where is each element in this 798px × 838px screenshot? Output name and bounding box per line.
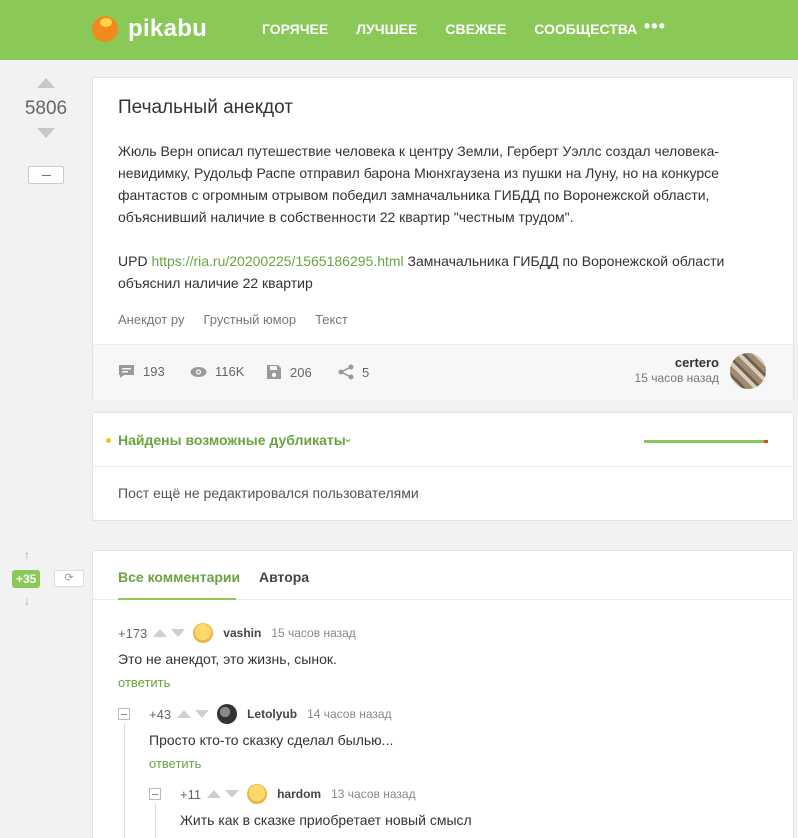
comment-header: +173 vashin 15 часов назад [118,623,356,643]
arrow-down-icon[interactable]: ↓ [24,594,30,608]
arrow-up-icon[interactable]: ↑ [24,548,30,562]
thread-line [124,723,125,838]
upvote-icon[interactable] [177,710,192,718]
comment-text: Это не анекдот, это жизнь, сынок. [118,651,337,667]
upd-link[interactable]: https://ria.ru/20200225/1565186295.html [151,253,403,269]
post-rating: 5806 [24,98,68,119]
comment-score: +11 [180,786,202,802]
tag[interactable]: Грустный юмор [203,312,296,327]
eye-icon [190,366,207,377]
tag[interactable]: Анекдот ру [118,312,184,327]
comment-text: Просто кто-то сказку сделал былью... [149,732,394,748]
logo-icon [92,16,118,42]
avatar[interactable] [247,784,268,804]
top-header: pikabu ГОРЯЧЕЕ ЛУЧШЕЕ СВЕЖЕЕ СООБЩЕСТВА … [0,0,798,60]
duplicates-header[interactable]: Найдены возможные дубликаты ⌄ [93,413,793,467]
upd-prefix: UPD [118,253,148,269]
reply-link[interactable]: ответить [149,756,393,771]
comment-user[interactable]: Letolyub [247,707,297,721]
comment-time[interactable]: 15 часов назад [271,626,355,640]
comments-count: 193 [143,364,165,379]
collapse-icon[interactable] [118,708,130,720]
tag[interactable]: Текст [315,312,348,327]
downvote-icon[interactable] [171,629,186,637]
post-body: Жюль Верн описал путешествие человека к … [118,143,720,225]
post-card: Печальный анекдот Жюль Верн описал путеш… [92,77,794,400]
saves-stat[interactable]: 206 [266,364,312,380]
shares-count: 5 [362,364,370,380]
main-nav: ГОРЯЧЕЕ ЛУЧШЕЕ СВЕЖЕЕ СООБЩЕСТВА [262,21,665,37]
nav-fresh[interactable]: СВЕЖЕЕ [445,21,506,37]
comment-header: +43 Letolyub 14 часов назад [149,704,393,724]
author-avatar[interactable] [730,353,766,389]
comment: +11 hardom 13 часов назад Жить как в ска… [180,784,472,828]
post-update: UPD https://ria.ru/20200225/1565186295.h… [118,250,758,294]
avatar[interactable] [193,623,214,643]
nav-hot[interactable]: ГОРЯЧЕЕ [262,21,328,37]
progress-bar-end [764,440,768,443]
hide-post-button[interactable] [28,166,64,184]
comment-header: +11 hardom 13 часов назад [180,784,472,804]
share-icon [338,364,354,380]
downvote-icon[interactable] [195,710,210,718]
dot-icon [106,438,111,443]
chevron-down-icon[interactable]: ⌄ [343,431,353,445]
duplicates-title[interactable]: Найдены возможные дубликаты [118,432,346,448]
refresh-icon[interactable]: ⟳ [54,570,84,587]
post-time: 15 часов назад [634,371,719,385]
comment-time[interactable]: 14 часов назад [307,707,391,721]
comment-user[interactable]: vashin [223,626,261,640]
active-tab-underline [118,598,236,600]
views-stat: 116K [190,364,244,379]
upvote-icon[interactable] [37,78,55,88]
downvote-icon[interactable] [37,128,55,138]
comment-user[interactable]: hardom [277,787,321,801]
comments-icon [119,365,134,378]
collapse-icon[interactable] [149,788,161,800]
comments-card: Все комментарии Автора +173 vashin 15 ча… [92,550,794,838]
duplicates-card: Найдены возможные дубликаты ⌄ Пост ещё н… [92,412,794,521]
comment: +43 Letolyub 14 часов назад Просто кто-т… [149,704,393,771]
author-name[interactable]: certero [675,355,719,370]
comment-score: +173 [118,625,148,641]
edit-history-text: Пост ещё не редактировался пользователям… [118,485,419,501]
upvote-icon[interactable] [207,790,222,798]
nav-best[interactable]: ЛУЧШЕЕ [356,21,417,37]
avatar[interactable] [217,704,238,724]
nav-communities[interactable]: СООБЩЕСТВА [534,21,637,37]
comment-score: +43 [149,706,172,722]
save-icon [267,365,281,379]
comment-tabs: Все комментарии Автора [93,551,793,600]
upvote-icon[interactable] [153,629,168,637]
logo[interactable]: pikabu [92,15,207,43]
tab-author[interactable]: Автора [259,569,309,585]
comment: +173 vashin 15 часов назад Это не анекдо… [118,623,356,690]
logo-text: pikabu [128,15,208,42]
saves-count: 206 [290,364,312,380]
comments-stat[interactable]: 193 [118,364,165,379]
post-tags: Анекдот ру Грустный юмор Текст [118,312,367,327]
more-menu-icon[interactable]: ••• [644,16,666,37]
comments-side-controls: ↑ +35 ⟳ ↓ [12,548,84,608]
comment-time[interactable]: 13 часов назад [331,787,415,801]
comment-text: Жить как в сказке приобретает новый смыс… [180,812,472,828]
shares-stat[interactable]: 5 [338,364,369,380]
views-count: 116K [215,364,245,379]
new-comments-badge[interactable]: +35 [12,570,41,588]
post-vote-column: 5806 [18,78,74,184]
post-footer: 193 116K 206 5 certero 15 часов назад [93,344,793,400]
reply-link[interactable]: ответить [118,675,356,690]
downvote-icon[interactable] [225,790,240,798]
progress-bar [644,440,764,443]
post-title[interactable]: Печальный анекдот [118,97,293,119]
thread-line [155,803,156,838]
tab-all-comments[interactable]: Все комментарии [118,569,240,585]
